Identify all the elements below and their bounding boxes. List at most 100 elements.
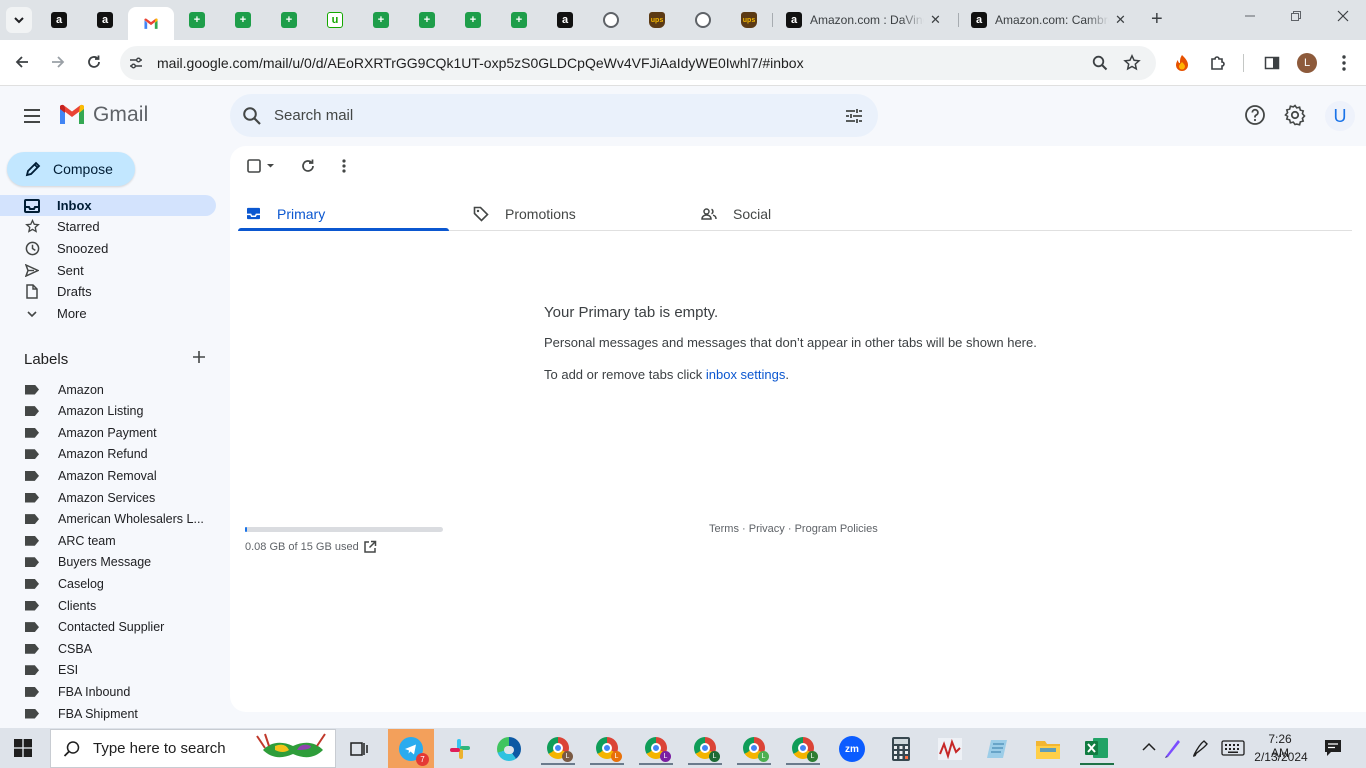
search-icon[interactable] bbox=[242, 106, 262, 126]
close-tab-icon[interactable]: ✕ bbox=[930, 12, 941, 28]
taskbar-notepad[interactable] bbox=[982, 733, 1016, 765]
taskbar-zoom[interactable]: zm bbox=[835, 733, 869, 765]
taskbar-excel[interactable] bbox=[1080, 733, 1114, 765]
pen-tray-icon[interactable] bbox=[1164, 738, 1182, 758]
main-menu-button[interactable] bbox=[22, 106, 42, 126]
label-item[interactable]: American Wholesalers L... bbox=[0, 509, 216, 530]
show-hidden-icons-button[interactable] bbox=[1142, 742, 1156, 752]
tab-promotions[interactable]: Promotions bbox=[473, 196, 576, 231]
close-window-button[interactable] bbox=[1337, 10, 1349, 22]
account-avatar[interactable]: U bbox=[1325, 101, 1355, 131]
manage-storage-link[interactable] bbox=[363, 540, 377, 554]
pinned-tab[interactable]: u bbox=[320, 7, 350, 33]
nav-item-more[interactable]: More bbox=[0, 303, 216, 324]
browser-menu-icon[interactable] bbox=[1333, 52, 1355, 74]
start-button[interactable] bbox=[14, 739, 32, 757]
search-options-icon[interactable] bbox=[845, 107, 863, 125]
new-tab-button[interactable]: + bbox=[1151, 9, 1163, 29]
tab-primary[interactable]: Primary bbox=[246, 196, 325, 231]
minimize-button[interactable] bbox=[1244, 10, 1256, 22]
search-mail-input[interactable]: Search mail bbox=[230, 94, 878, 137]
gmail-logo[interactable]: Gmail bbox=[58, 103, 148, 127]
taskbar-chrome[interactable]: L bbox=[541, 733, 575, 765]
support-button[interactable] bbox=[1244, 104, 1266, 126]
browser-tab[interactable]: a Amazon.com: Cambro ✕ bbox=[971, 7, 1126, 33]
tab-social[interactable]: Social bbox=[701, 196, 771, 231]
label-item[interactable]: Amazon Payment bbox=[0, 422, 216, 443]
select-all-checkbox[interactable] bbox=[246, 158, 278, 174]
browser-profile-avatar[interactable]: L bbox=[1297, 53, 1317, 73]
label-item[interactable]: ARC team bbox=[0, 530, 216, 551]
taskbar-chrome[interactable]: L bbox=[786, 733, 820, 765]
label-item[interactable]: FBA Inbound bbox=[0, 681, 216, 702]
label-item[interactable]: CSBA bbox=[0, 638, 216, 659]
zoom-icon[interactable] bbox=[1089, 52, 1111, 74]
pinned-tab[interactable] bbox=[128, 7, 174, 40]
label-item[interactable]: Amazon bbox=[0, 379, 216, 400]
taskbar-chrome[interactable]: L bbox=[737, 733, 771, 765]
label-item[interactable]: Amazon Refund bbox=[0, 444, 216, 465]
bookmark-star-icon[interactable] bbox=[1121, 52, 1143, 74]
taskbar-search-box[interactable]: Type here to search bbox=[50, 729, 336, 768]
pinned-tab[interactable]: + bbox=[458, 7, 488, 33]
taskbar-edge[interactable] bbox=[492, 733, 526, 765]
tab-search-dropdown-button[interactable] bbox=[6, 7, 32, 33]
reload-button[interactable] bbox=[86, 54, 102, 70]
notification-center-button[interactable] bbox=[1324, 739, 1342, 757]
inbox-settings-link[interactable]: inbox settings bbox=[706, 367, 786, 382]
pinned-tab[interactable]: + bbox=[412, 7, 442, 33]
pinned-tab[interactable]: + bbox=[274, 7, 304, 33]
pinned-tab[interactable]: + bbox=[182, 7, 212, 33]
terms-link[interactable]: Terms bbox=[709, 523, 739, 535]
label-item[interactable]: Amazon Services bbox=[0, 487, 216, 508]
restore-button[interactable] bbox=[1290, 10, 1302, 22]
compose-button[interactable]: Compose bbox=[7, 152, 135, 186]
label-item[interactable]: Amazon Listing bbox=[0, 401, 216, 422]
pinned-tab[interactable]: + bbox=[504, 7, 534, 33]
taskbar-telegram[interactable]: 7 bbox=[388, 729, 434, 768]
taskbar-chrome[interactable]: L bbox=[590, 733, 624, 765]
pinned-tab[interactable]: a bbox=[44, 7, 74, 33]
taskbar-calculator[interactable] bbox=[884, 733, 918, 765]
program-policies-link[interactable]: Program Policies bbox=[795, 523, 878, 535]
label-item[interactable]: Contacted Supplier bbox=[0, 617, 216, 638]
pinned-tab[interactable] bbox=[688, 7, 718, 33]
forward-button[interactable] bbox=[50, 54, 66, 70]
taskbar-chrome[interactable]: L bbox=[688, 733, 722, 765]
task-view-button[interactable] bbox=[343, 733, 377, 765]
close-tab-icon[interactable]: ✕ bbox=[1115, 12, 1126, 28]
label-item[interactable]: ESI bbox=[0, 660, 216, 681]
pinned-tab[interactable]: a bbox=[90, 7, 120, 33]
browser-tab[interactable]: a Amazon.com : DaVinci ✕ bbox=[786, 7, 941, 33]
nav-item-sent[interactable]: Sent bbox=[0, 260, 216, 281]
privacy-link[interactable]: Privacy bbox=[749, 523, 785, 535]
label-item[interactable]: Buyers Message bbox=[0, 552, 216, 573]
url-text[interactable]: mail.google.com/mail/u/0/d/AEoRXRTrGG9CQ… bbox=[157, 55, 804, 71]
nav-item-drafts[interactable]: Drafts bbox=[0, 281, 216, 302]
extensions-puzzle-icon[interactable] bbox=[1207, 52, 1229, 74]
pinned-tab[interactable]: + bbox=[366, 7, 396, 33]
extension-fire-icon[interactable] bbox=[1171, 52, 1193, 74]
create-label-button[interactable] bbox=[192, 350, 206, 364]
settings-button[interactable] bbox=[1284, 104, 1306, 126]
pinned-tab[interactable]: a bbox=[550, 7, 580, 33]
pinned-tab[interactable]: + bbox=[228, 7, 258, 33]
taskbar-file-explorer[interactable] bbox=[1031, 733, 1065, 765]
pinned-tab[interactable]: ups bbox=[642, 7, 672, 33]
taskbar-clock-date[interactable]: 2/13/2024 bbox=[1253, 750, 1309, 764]
label-item[interactable]: Amazon Removal bbox=[0, 465, 216, 486]
pinned-tab[interactable] bbox=[596, 7, 626, 33]
pinned-tab[interactable]: ups bbox=[734, 7, 764, 33]
nav-item-snoozed[interactable]: Snoozed bbox=[0, 238, 216, 259]
site-info-icon[interactable] bbox=[128, 55, 144, 71]
label-item[interactable]: Caselog bbox=[0, 573, 216, 594]
taskbar-app-chart[interactable] bbox=[933, 733, 967, 765]
nav-item-inbox[interactable]: Inbox bbox=[0, 195, 216, 216]
back-button[interactable] bbox=[14, 54, 30, 70]
ink-workspace-icon[interactable] bbox=[1191, 738, 1211, 758]
taskbar-slack[interactable] bbox=[443, 733, 477, 765]
side-panel-icon[interactable] bbox=[1261, 52, 1283, 74]
label-item[interactable]: Clients bbox=[0, 595, 216, 616]
taskbar-chrome[interactable]: L bbox=[639, 733, 673, 765]
touch-keyboard-icon[interactable] bbox=[1221, 740, 1245, 756]
